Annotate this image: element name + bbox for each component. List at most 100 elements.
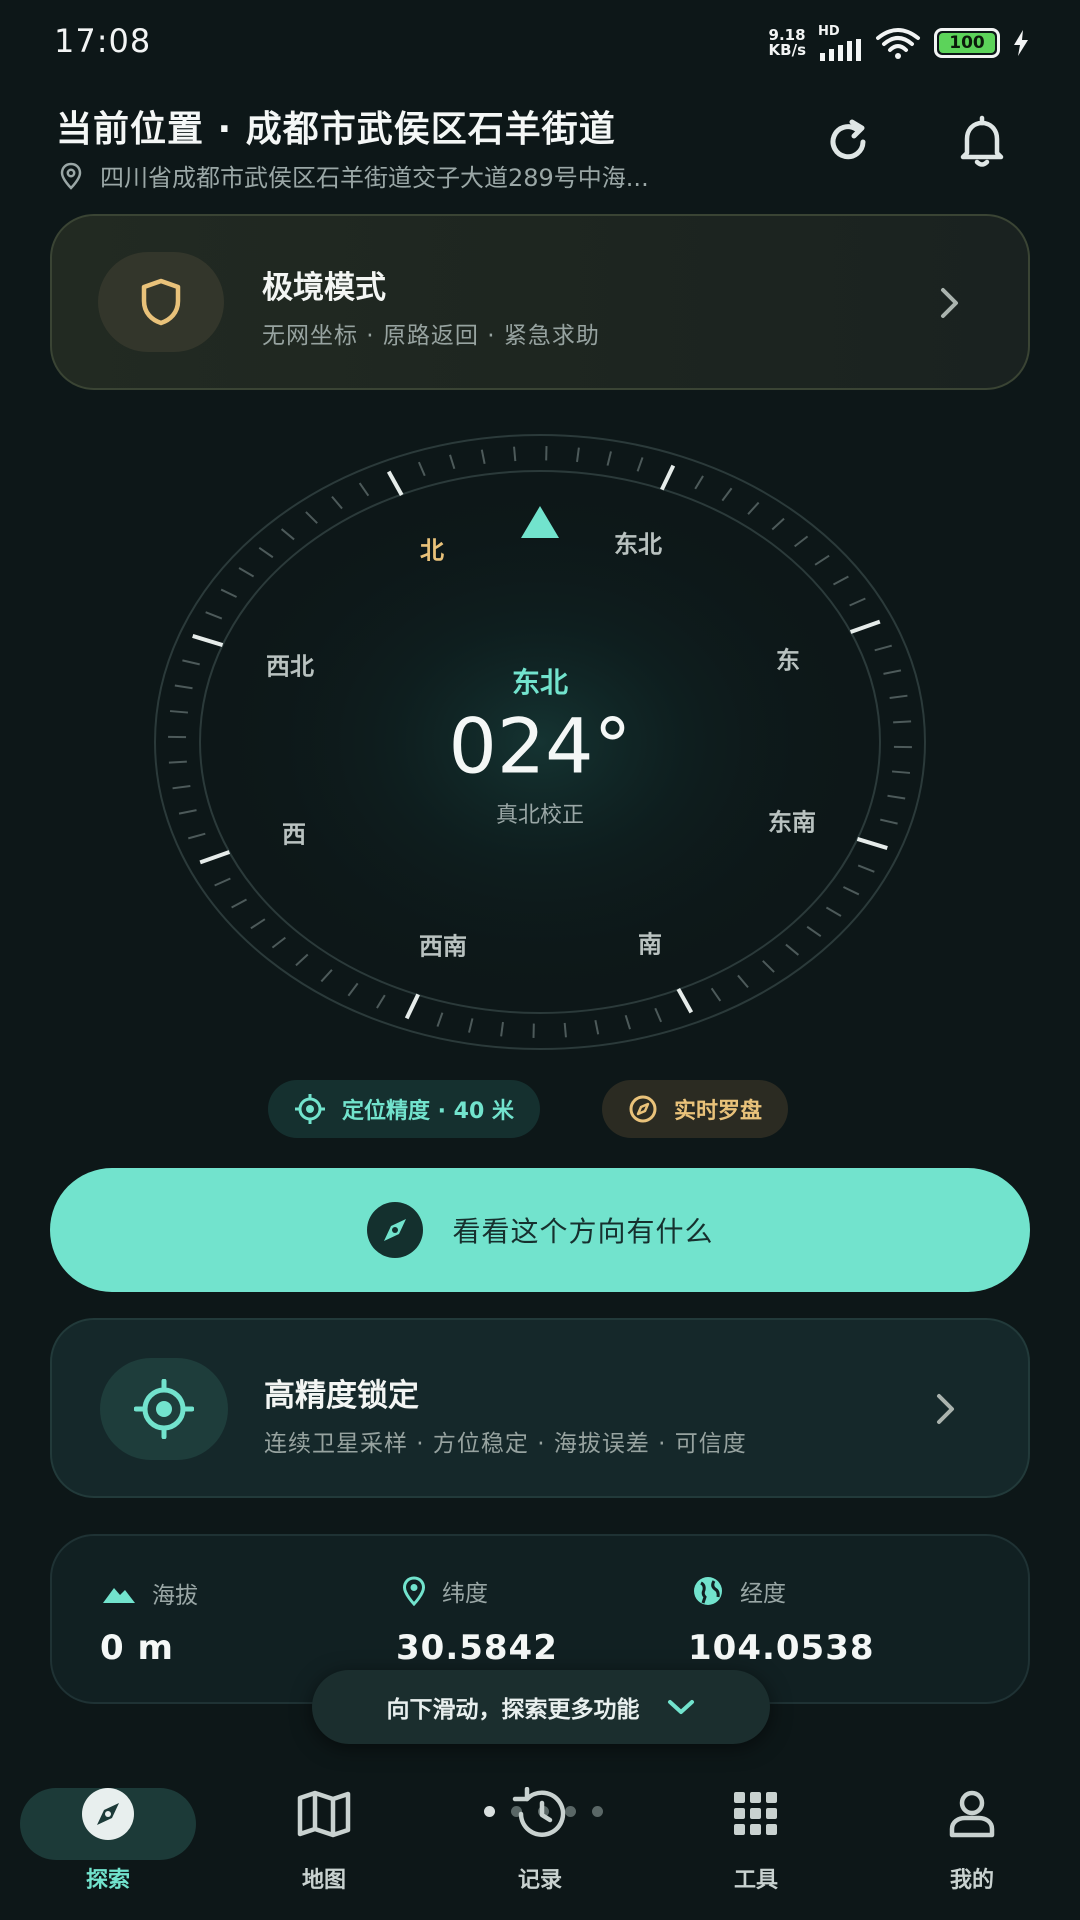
compass-minor-tick: [436, 1012, 444, 1027]
compass-major-tick: [660, 464, 676, 491]
compass-minor-tick: [857, 864, 875, 873]
refresh-button[interactable]: [818, 112, 878, 172]
compass-dial[interactable]: 北 东北 东 东南 南 西南 西 西北 东北 024° 真北校正: [150, 432, 930, 1052]
latitude-label: 纬度: [402, 1574, 488, 1608]
compass-minor-tick: [480, 449, 486, 465]
status-icons: 9.18 KB/s HD 100: [769, 24, 1030, 61]
compass-minor-tick: [172, 785, 191, 790]
compass-minor-tick: [220, 588, 237, 598]
live-compass-text: 实时罗盘: [674, 1099, 763, 1124]
nav-label-records: 记录: [517, 1868, 562, 1893]
compass-minor-tick: [295, 953, 309, 967]
nav-item-map[interactable]: 地图: [244, 1776, 404, 1894]
compass-minor-tick: [188, 832, 206, 840]
compass-minor-tick: [182, 659, 200, 666]
compass-minor-tick: [825, 906, 842, 917]
compass-minor-tick: [762, 960, 775, 973]
target-icon: [134, 1379, 194, 1439]
direction-west: 西: [282, 820, 306, 849]
accuracy-chip[interactable]: 定位精度 · 40 米: [268, 1080, 540, 1138]
compass-minor-tick: [214, 877, 231, 887]
compass-minor-tick: [449, 454, 456, 470]
nav-item-records[interactable]: 记录: [460, 1776, 620, 1894]
compass-minor-tick: [231, 898, 247, 909]
charging-icon: [1014, 29, 1028, 56]
compass-major-tick: [199, 850, 231, 865]
compass-minor-tick: [747, 501, 760, 515]
compass-minor-tick: [771, 517, 785, 531]
compass-major-tick: [856, 836, 888, 850]
compass-minor-tick: [889, 694, 908, 699]
compass-minor-tick: [636, 457, 644, 472]
compass-minor-tick: [874, 644, 892, 652]
compass-minor-tick: [883, 669, 902, 675]
direction-northeast: 东北: [614, 530, 662, 559]
precision-lock-card[interactable]: 高精度锁定 连续卫星采样 · 方位稳定 · 海拔误差 · 可信度: [50, 1318, 1030, 1498]
compass-major-tick: [404, 993, 420, 1020]
network-speed: 9.18 KB/s: [768, 27, 806, 59]
battery-level: 100: [949, 32, 985, 53]
precision-lock-title: 高精度锁定: [264, 1378, 419, 1414]
map-icon: [297, 1790, 351, 1838]
extreme-mode-title: 极境模式: [262, 270, 386, 306]
compass-minor-tick: [563, 1022, 567, 1038]
compass-minor-tick: [468, 1018, 474, 1033]
extreme-mode-subtitle: 无网坐标 · 原路返回 · 紧急求助: [262, 323, 600, 349]
location-pin-icon: [60, 162, 82, 190]
live-compass-chip[interactable]: 实时罗盘: [602, 1080, 789, 1138]
compass-icon: [367, 1202, 424, 1258]
precision-lock-icon-wrap: [100, 1358, 228, 1460]
location-address: 四川省成都市武侯区石羊街道交子大道289号中海...: [60, 158, 780, 193]
extreme-mode-icon-wrap: [98, 252, 224, 352]
compass-minor-tick: [606, 451, 612, 466]
compass-minor-tick: [887, 794, 906, 800]
wifi-icon: [876, 27, 920, 59]
compass-major-tick: [849, 619, 881, 634]
compass-minor-tick: [785, 943, 800, 956]
shield-icon: [141, 278, 181, 326]
compass-minor-tick: [169, 710, 189, 714]
extreme-mode-card[interactable]: 极境模式 无网坐标 · 原路返回 · 紧急求助: [50, 214, 1030, 390]
compass-minor-tick: [271, 936, 286, 949]
altitude-label: 海拔: [102, 1576, 198, 1610]
compass-minor-tick: [331, 495, 343, 510]
direction-southwest: 西南: [419, 932, 467, 961]
nav-label-tools: 工具: [733, 1868, 778, 1893]
direction-south: 南: [638, 930, 662, 959]
compass-minor-tick: [891, 770, 911, 774]
compass-minor-tick: [893, 720, 912, 724]
hd-badge: HD: [818, 24, 840, 39]
direction-north: 北: [420, 536, 444, 565]
location-title: 当前位置 · 成都市武侯区石羊街道: [56, 109, 616, 150]
compass-minor-tick: [178, 809, 197, 815]
nav-item-tools[interactable]: 工具: [676, 1776, 836, 1894]
nav-item-explore[interactable]: 探索: [28, 1776, 188, 1894]
compass-minor-tick: [814, 554, 830, 566]
compass-minor-tick: [258, 546, 274, 559]
notification-button[interactable]: [952, 112, 1012, 172]
network-speed-unit: KB/s: [768, 40, 806, 59]
bell-icon: [960, 115, 1004, 167]
chevron-right-icon: [937, 1394, 954, 1424]
compass-major-tick: [676, 988, 694, 1014]
grid-icon: [734, 1792, 777, 1835]
mountain-icon: [103, 1588, 135, 1603]
compass-minor-tick: [305, 511, 318, 524]
altitude-value: 0 m: [100, 1628, 174, 1668]
compass-minor-tick: [833, 575, 849, 586]
longitude-value: 104.0538: [688, 1628, 875, 1668]
explore-direction-button[interactable]: 看看这个方向有什么: [50, 1168, 1030, 1292]
status-time: 17:08: [54, 22, 152, 60]
chevron-down-icon: [667, 1700, 694, 1714]
compass-minor-tick: [737, 974, 749, 989]
accuracy-text: 定位精度 · 40 米: [342, 1099, 514, 1124]
scroll-hint-button[interactable]: 向下滑动，探索更多功能: [312, 1670, 770, 1744]
nav-item-profile[interactable]: 我的: [892, 1776, 1052, 1894]
compass-minor-tick: [168, 760, 187, 764]
signal-icon: [820, 39, 861, 61]
compass-minor-tick: [280, 528, 295, 541]
battery-indicator: 100: [934, 27, 1000, 58]
direction-northwest: 西北: [266, 652, 314, 681]
nav-label-map: 地图: [301, 1868, 346, 1893]
compass-minor-tick: [250, 918, 266, 930]
